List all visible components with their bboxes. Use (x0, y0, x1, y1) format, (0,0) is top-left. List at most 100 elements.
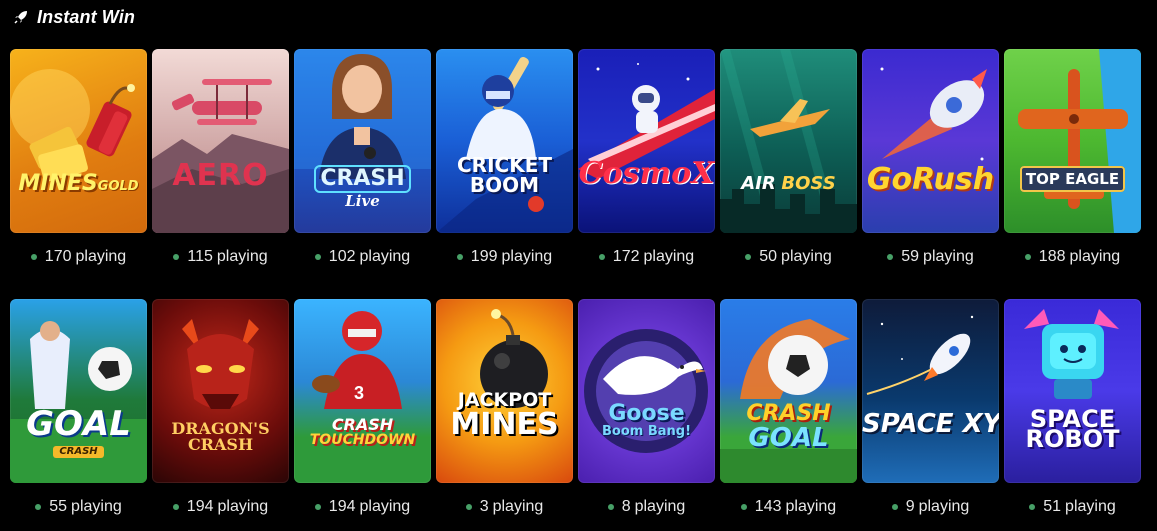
player-count-label: 55 playing (49, 498, 122, 516)
game-artwork (880, 67, 987, 161)
player-count-label: 8 playing (622, 498, 686, 516)
game-thumbnail[interactable]: CRASH GOAL (720, 299, 857, 483)
player-count-unit: playing (217, 498, 269, 515)
player-count-label: 172 playing (613, 248, 694, 266)
game-thumbnail[interactable]: GoRush (862, 49, 999, 233)
player-count-unit: playing (1065, 498, 1116, 515)
player-count-value: 59 (901, 248, 920, 265)
player-count-unit: playing (71, 498, 122, 515)
online-dot (173, 254, 180, 260)
game-thumbnail[interactable]: MINESGOLD (10, 49, 147, 233)
player-count-label: 199 playing (471, 248, 552, 266)
player-count-label: 115 playing (187, 248, 267, 266)
game-card-crash-live[interactable]: CRASH Live 102 playing (294, 49, 431, 281)
online-dot (456, 254, 463, 260)
online-dot (465, 504, 472, 510)
game-name: CRASH (314, 165, 411, 193)
game-card-mines-gold[interactable]: MINESGOLD 170 playing (10, 49, 147, 281)
game-card-space-robot[interactable]: SPACE ROBOT 51 playing (1004, 299, 1141, 531)
game-card-top-eagle[interactable]: TOP EAGLE 188 playing (1004, 49, 1141, 281)
game-name: AERO (172, 158, 269, 193)
player-count-label: 3 playing (480, 498, 544, 516)
online-dot (607, 504, 614, 510)
game-thumbnail[interactable]: SPACE ROBOT (1004, 299, 1141, 483)
game-thumbnail[interactable]: DRAGON'S CRASH (152, 299, 289, 483)
game-card-aero[interactable]: AERO 115 playing (152, 49, 289, 281)
game-artwork (720, 319, 857, 483)
game-subtitle: GOAL (748, 423, 829, 453)
player-count: 102 playing (294, 233, 431, 281)
games-grid: MINESGOLD 170 playing AERO 115 playing C… (10, 49, 1150, 531)
player-count-unit: playing (785, 498, 837, 515)
game-thumbnail[interactable]: TOP EAGLE (1004, 49, 1141, 233)
player-count-label: 188 playing (1039, 248, 1120, 266)
player-count-unit: playing (501, 248, 553, 265)
game-thumbnail[interactable]: JACKPOT MINES (436, 299, 573, 483)
games-row: MINESGOLD 170 playing AERO 115 playing C… (10, 49, 1150, 281)
section-header: Instant Win (13, 5, 135, 29)
player-count: 51 playing (1004, 483, 1141, 531)
game-name: TOP EAGLE (1019, 166, 1126, 192)
game-card-gorush[interactable]: GoRush 59 playing (862, 49, 999, 281)
player-count-value: 143 (754, 498, 782, 515)
online-dot (1029, 504, 1036, 510)
section-title: Instant Win (37, 6, 135, 27)
player-count-value: 51 (1043, 498, 1062, 515)
player-count-unit: playing (634, 498, 686, 515)
game-thumbnail[interactable]: GOAL CRASH (10, 299, 147, 483)
game-subtitle: Boom Bang! (601, 424, 691, 439)
game-card-space-xy[interactable]: SPACE XY 9 playing (862, 299, 999, 531)
player-count-label: 170 playing (45, 248, 126, 266)
game-thumbnail[interactable]: CRASH Live (294, 49, 431, 233)
game-thumbnail[interactable]: AIR BOSS (720, 49, 857, 233)
game-card-air-boss[interactable]: AIR BOSS 50 playing (720, 49, 857, 281)
game-thumbnail[interactable]: AERO (152, 49, 289, 233)
game-card-cricket-boom[interactable]: CRICKET BOOM 199 playing (436, 49, 573, 281)
player-count-unit: playing (75, 248, 127, 265)
game-card-cosmox[interactable]: CosmoX 172 playing (578, 49, 715, 281)
game-artwork (10, 69, 135, 182)
player-count-label: 194 playing (329, 498, 410, 516)
game-thumbnail[interactable]: 3 CRASH TOUCHDOWN (294, 299, 431, 483)
player-count: 55 playing (10, 483, 147, 531)
game-card-crash-goal[interactable]: CRASH GOAL 143 playing (720, 299, 857, 531)
player-count: 3 playing (436, 483, 573, 531)
online-dot (887, 254, 894, 260)
player-count: 50 playing (720, 233, 857, 281)
player-count-label: 9 playing (906, 498, 970, 516)
online-dot (30, 254, 37, 260)
player-count: 59 playing (862, 233, 999, 281)
player-count-value: 8 (621, 498, 631, 515)
game-thumbnail[interactable]: Goose Boom Bang! (578, 299, 715, 483)
player-count: 170 playing (10, 233, 147, 281)
player-count-label: 194 playing (187, 498, 268, 516)
game-name: CRICKET (457, 153, 552, 177)
game-thumbnail[interactable]: CRICKET BOOM (436, 49, 573, 233)
game-name: CRASH (746, 401, 831, 426)
game-card-dragons-crash[interactable]: DRAGON'S CRASH 194 playing (152, 299, 289, 531)
game-title: JACKPOT MINES (436, 391, 573, 440)
game-card-goose-boom-bang[interactable]: Goose Boom Bang! 8 playing (578, 299, 715, 531)
player-count-label: 59 playing (901, 248, 974, 266)
online-dot (35, 504, 42, 510)
player-count: 194 playing (294, 483, 431, 531)
game-title: GoRush (862, 165, 999, 195)
game-thumbnail[interactable]: CosmoX (578, 49, 715, 233)
game-card-jackpot-mines[interactable]: JACKPOT MINES 3 playing (436, 299, 573, 531)
game-subtitle: ROBOT (1025, 425, 1120, 453)
player-count-label: 143 playing (755, 498, 836, 516)
player-count-unit: playing (216, 248, 268, 265)
game-thumbnail[interactable]: SPACE XY (862, 299, 999, 483)
game-card-goal-crash[interactable]: GOAL CRASH 55 playing (10, 299, 147, 531)
game-title: SPACE ROBOT (1004, 407, 1141, 451)
player-count-unit: playing (781, 248, 832, 265)
game-name: GOAL (26, 404, 131, 444)
player-count-unit: playing (923, 248, 974, 265)
game-subtitle: CRASH (53, 446, 104, 458)
game-name: AIR (741, 173, 776, 194)
player-count-unit: playing (918, 498, 970, 515)
game-card-crash-touchdown[interactable]: 3 CRASH TOUCHDOWN 194 playing (294, 299, 431, 531)
game-title: SPACE XY (862, 411, 999, 437)
player-count-value: 194 (186, 498, 214, 515)
player-count-value: 199 (470, 248, 498, 265)
